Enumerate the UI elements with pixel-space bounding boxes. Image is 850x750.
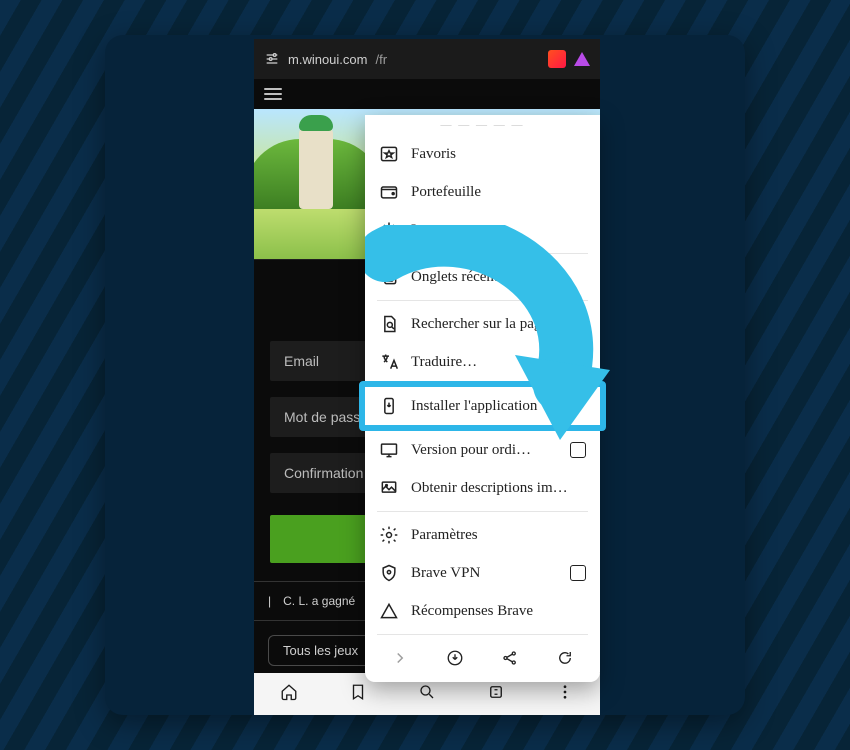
menu-item-favorites[interactable]: Favoris	[365, 135, 600, 173]
menu-label: Obtenir descriptions im…	[411, 480, 568, 497]
share-icon[interactable]	[501, 649, 519, 672]
hamburger-icon[interactable]	[264, 88, 282, 100]
forward-icon[interactable]	[391, 649, 409, 672]
ticker-divider: |	[268, 594, 271, 608]
menu-item-vpn[interactable]: Brave VPN	[365, 554, 600, 592]
wallet-icon	[379, 182, 399, 202]
menu-item-rewards[interactable]: Récompenses Brave	[365, 592, 600, 630]
menu-item-wallet[interactable]: Portefeuille	[365, 173, 600, 211]
menu-label: Onglets récents	[411, 269, 504, 286]
menu-label: Brave VPN	[411, 565, 480, 582]
translate-icon	[379, 352, 399, 372]
search-icon[interactable]	[418, 683, 436, 706]
menu-dots-icon[interactable]	[556, 683, 574, 706]
brave-rewards-icon[interactable]	[574, 52, 590, 66]
brave-shield-icon[interactable]	[548, 50, 566, 68]
home-icon[interactable]	[280, 683, 298, 706]
menu-label: Version pour ordi…	[411, 442, 531, 459]
download-icon[interactable]	[446, 649, 464, 672]
menu-label: Portefeuille	[411, 184, 481, 201]
menu-label: Récompenses Brave	[411, 603, 533, 620]
brave-triangle-icon	[379, 601, 399, 621]
menu-item-settings[interactable]: Paramètres	[365, 516, 600, 554]
tabs-stack-icon	[379, 267, 399, 287]
checkbox-icon[interactable]	[570, 565, 586, 581]
desktop-icon	[379, 440, 399, 460]
menu-item-leo[interactable]: Leo	[365, 211, 600, 249]
menu-item-descriptions[interactable]: Obtenir descriptions im…	[365, 469, 600, 507]
browser-overflow-menu: — — — — — Favoris Portefeuille Leo Ongle…	[365, 115, 600, 682]
bookmark-icon[interactable]	[349, 683, 367, 706]
menu-label: Rechercher sur la page	[411, 316, 548, 333]
browser-address-bar[interactable]: m.winoui.com/fr	[254, 39, 600, 79]
menu-label: Leo	[411, 222, 434, 239]
menu-label: Installer l'application	[411, 398, 537, 415]
sparkle-icon	[379, 220, 399, 240]
menu-label: Traduire…	[411, 354, 477, 371]
image-description-icon	[379, 478, 399, 498]
vpn-shield-icon	[379, 563, 399, 583]
screenshot-card: m.winoui.com/fr 1 S'INSCRIRE Email Mot d…	[105, 35, 745, 715]
menu-separator	[377, 300, 588, 301]
menu-item-install-app[interactable]: Installer l'application	[359, 381, 606, 431]
menu-separator	[377, 634, 588, 635]
url-path: /fr	[375, 52, 387, 67]
menu-label: Favoris	[411, 146, 456, 163]
menu-item-desktop-version[interactable]: Version pour ordi…	[365, 431, 600, 469]
menu-toolbar	[365, 639, 600, 674]
tabs-icon[interactable]	[487, 683, 505, 706]
reload-icon[interactable]	[556, 649, 574, 672]
find-in-page-icon	[379, 314, 399, 334]
menu-item-translate[interactable]: Traduire…	[365, 343, 600, 381]
checkbox-icon[interactable]	[570, 442, 586, 458]
menu-item-find-in-page[interactable]: Rechercher sur la page	[365, 305, 600, 343]
gear-icon	[379, 525, 399, 545]
menu-item-recent-tabs[interactable]: Onglets récents	[365, 258, 600, 296]
url-domain: m.winoui.com	[288, 52, 367, 67]
ticker-text: C. L. a gagné	[283, 594, 355, 608]
site-top-nav	[254, 79, 600, 109]
install-icon	[379, 396, 399, 416]
menu-separator	[377, 511, 588, 512]
filter-all-games[interactable]: Tous les jeux	[268, 635, 373, 666]
menu-label: Paramètres	[411, 527, 478, 544]
star-icon	[379, 144, 399, 164]
menu-separator	[377, 253, 588, 254]
menu-truncated-top: — — — — —	[365, 119, 600, 135]
tune-icon	[264, 51, 280, 67]
